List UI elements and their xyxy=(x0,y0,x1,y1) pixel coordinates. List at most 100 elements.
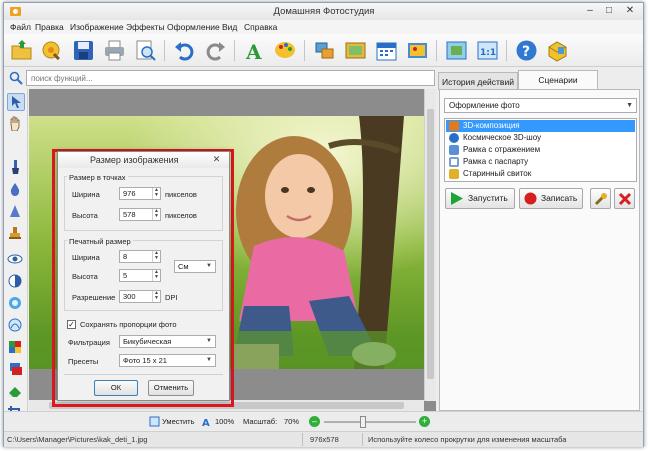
height-label: Высота xyxy=(72,211,98,220)
hand-tool-icon[interactable] xyxy=(7,115,25,133)
minimize-button[interactable]: – xyxy=(581,4,599,18)
menu-view[interactable]: Вид xyxy=(222,22,237,32)
resolution-input[interactable]: 300 ▲ ▼ xyxy=(119,290,161,303)
print-icon[interactable] xyxy=(102,38,127,63)
sharpen-tool-icon[interactable] xyxy=(7,203,25,221)
contrast-tool-icon[interactable] xyxy=(7,273,25,291)
fit-button[interactable]: Уместить xyxy=(162,417,194,426)
text-icon[interactable]: A xyxy=(242,38,267,64)
menu-design[interactable]: Оформление xyxy=(167,22,220,32)
width-input[interactable]: 976 ▲ ▼ xyxy=(119,187,161,200)
search-input[interactable] xyxy=(26,70,435,86)
filter-value: Бикубическая xyxy=(123,337,172,346)
scale-value: 70% xyxy=(284,417,300,426)
print-height-input[interactable]: 5 ▲ ▼ xyxy=(119,269,161,282)
scenario-space-icon xyxy=(449,133,459,143)
color-balance-tool-icon[interactable] xyxy=(7,339,25,357)
menu-effects[interactable]: Эффекты xyxy=(126,22,165,32)
redo-icon[interactable] xyxy=(203,38,228,63)
open-folder-icon[interactable] xyxy=(9,38,34,63)
ok-button[interactable]: ОК xyxy=(94,380,138,396)
layers-tool-icon[interactable] xyxy=(7,361,25,379)
print-width-input[interactable]: 8 ▲ ▼ xyxy=(119,250,161,263)
chevron-down-icon: ▼ xyxy=(206,263,212,269)
run-button[interactable]: Запустить xyxy=(445,188,515,209)
resize-dialog: Размер изображения ✕ Размер в точках Шир… xyxy=(57,151,230,401)
collage-icon[interactable] xyxy=(312,38,337,63)
spin-arrows-icon[interactable]: ▲ ▼ xyxy=(152,188,160,199)
preview-icon[interactable] xyxy=(133,38,158,63)
list-item[interactable]: Рамка с отражением xyxy=(446,144,635,156)
zoom-out-icon[interactable]: – xyxy=(309,416,320,427)
zoom-100-button[interactable]: 100% xyxy=(215,417,234,426)
levels-tool-icon[interactable] xyxy=(7,317,25,335)
menu-help[interactable]: Справка xyxy=(244,22,277,32)
frame-icon[interactable] xyxy=(343,38,368,63)
presets-select[interactable]: Фото 15 x 21 ▼ xyxy=(119,354,216,367)
record-icon xyxy=(524,192,537,205)
spin-arrows-icon[interactable]: ▲ ▼ xyxy=(152,209,160,220)
close-button[interactable]: ✕ xyxy=(619,4,641,18)
list-item[interactable]: Рамка с паспарту xyxy=(446,156,635,168)
saturation-tool-icon[interactable] xyxy=(7,295,25,313)
scenario-category-select[interactable]: Оформление фото ▼ xyxy=(444,98,637,113)
spin-arrows-icon[interactable]: ▲ ▼ xyxy=(152,251,160,262)
menu-file[interactable]: Файл xyxy=(10,22,31,32)
maximize-button[interactable]: □ xyxy=(600,4,618,18)
stamp-tool-icon[interactable] xyxy=(7,225,25,243)
actual-size-icon[interactable]: 1:1 xyxy=(475,38,500,63)
tab-history[interactable]: История действий xyxy=(438,72,518,90)
palette-icon[interactable] xyxy=(273,38,298,63)
scenario-label: Космическое 3D-шоу xyxy=(463,133,542,142)
scenario-reflection-icon xyxy=(449,145,459,155)
scenario-label: Рамка с паспарту xyxy=(463,157,529,166)
list-item[interactable]: 3D-композиция xyxy=(446,120,635,132)
open-image-icon[interactable] xyxy=(40,38,65,63)
filter-select[interactable]: Бикубическая ▼ xyxy=(119,335,216,348)
record-button[interactable]: Записать xyxy=(519,188,583,209)
search-icon xyxy=(9,71,23,85)
presets-label: Пресеты xyxy=(68,357,99,366)
toolbar-separator xyxy=(164,40,165,61)
spin-arrows-icon[interactable]: ▲ ▼ xyxy=(152,291,160,302)
help-icon[interactable]: ? xyxy=(514,38,539,63)
tab-scenarios[interactable]: Сценарии xyxy=(518,70,598,90)
undo-icon[interactable] xyxy=(172,38,197,63)
scenario-label: Старинный свиток xyxy=(463,169,532,178)
postcard-icon[interactable] xyxy=(405,38,430,63)
unit-select[interactable]: См ▼ xyxy=(174,260,216,273)
height-unit: пикселов xyxy=(165,211,197,220)
pointer-tool-icon[interactable] xyxy=(7,93,25,111)
red-eye-tool-icon[interactable] xyxy=(7,251,25,269)
zoom-in-icon[interactable]: + xyxy=(419,416,430,427)
menu-image[interactable]: Изображение xyxy=(70,22,124,32)
spin-arrows-icon[interactable]: ▲ ▼ xyxy=(152,270,160,281)
scenario-list[interactable]: 3D-композиция Космическое 3D-шоу Рамка с… xyxy=(444,118,637,182)
zoom-slider-thumb[interactable] xyxy=(360,416,367,428)
zoom-slider-track[interactable] xyxy=(324,421,416,423)
file-path: C:\Users\Manager\Pictures\kak_deti_1.jpg xyxy=(7,435,148,444)
print-height-value: 5 xyxy=(123,271,128,280)
edit-scenario-button[interactable] xyxy=(590,188,611,209)
save-icon[interactable] xyxy=(71,38,96,63)
vertical-scroll-thumb[interactable] xyxy=(427,109,434,379)
cancel-button[interactable]: Отменить xyxy=(148,380,194,396)
chevron-down-icon: ▼ xyxy=(206,338,212,344)
main-toolbar: A 1:1 ? xyxy=(4,34,643,67)
menu-edit[interactable]: Правка xyxy=(35,22,64,32)
width-value: 976 xyxy=(123,189,136,198)
dialog-close-icon[interactable]: ✕ xyxy=(208,154,225,166)
fit-window-icon[interactable] xyxy=(444,38,469,63)
keep-proportions-checkbox[interactable]: ✓ xyxy=(67,320,76,329)
eraser-tool-icon[interactable] xyxy=(7,383,25,401)
chevron-down-icon: ▼ xyxy=(206,357,212,363)
calendar-icon[interactable] xyxy=(374,38,399,63)
box-icon[interactable] xyxy=(545,38,570,63)
list-item[interactable]: Космическое 3D-шоу xyxy=(446,132,635,144)
list-item[interactable]: Старинный свиток xyxy=(446,168,635,180)
brush-tool-icon[interactable] xyxy=(7,159,25,177)
height-input[interactable]: 578 ▲ ▼ xyxy=(119,208,161,221)
canvas-vertical-scrollbar[interactable] xyxy=(424,89,436,401)
drop-tool-icon[interactable] xyxy=(7,181,25,199)
delete-scenario-button[interactable] xyxy=(614,188,635,209)
